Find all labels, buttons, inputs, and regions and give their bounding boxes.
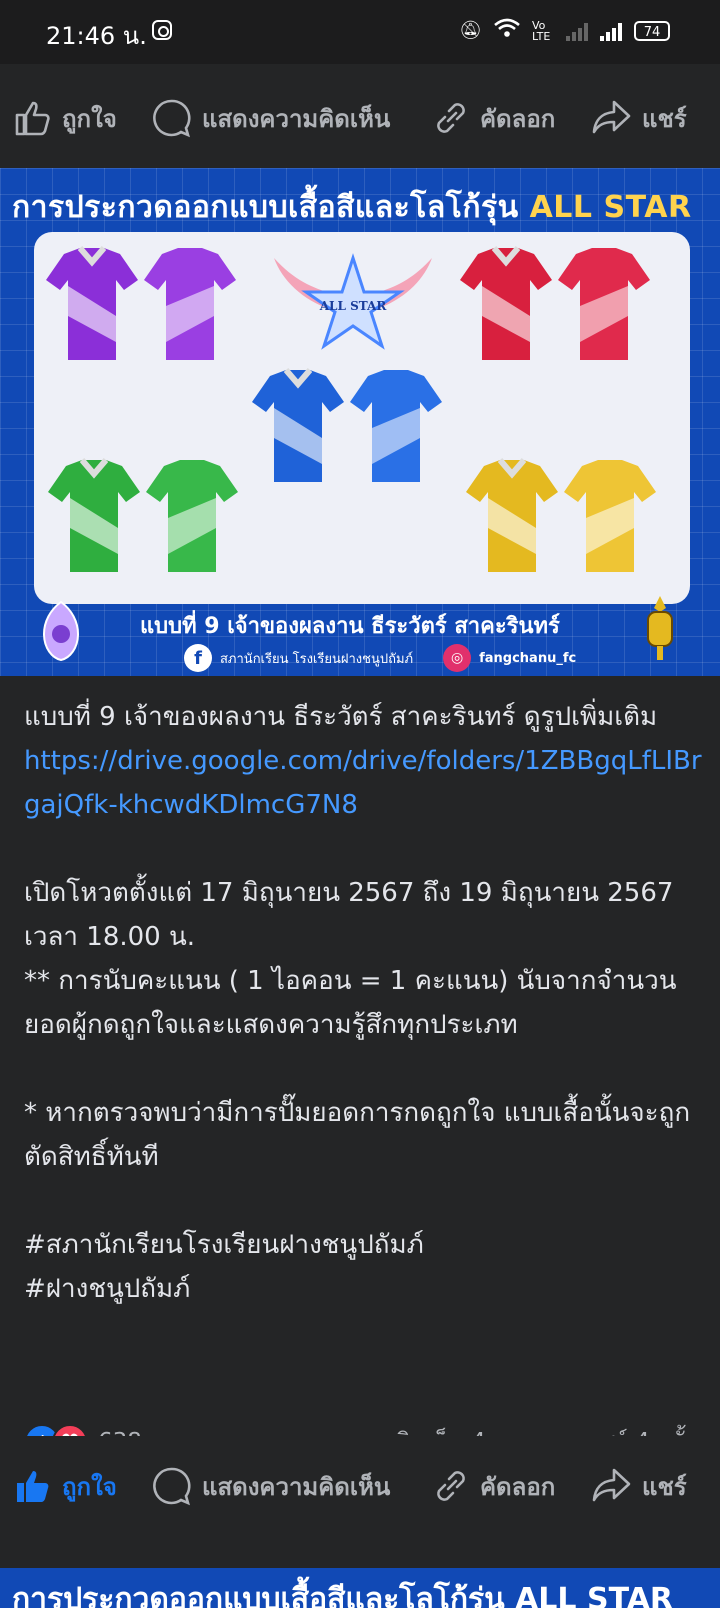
comment-icon [153,99,191,138]
post-body: แบบที่ 9 เจ้าของผลงาน ธีระวัตร์ สาคะรินท… [24,695,704,1311]
instagram-icon: ◎ [443,644,472,672]
post-image[interactable]: การประกวดออกแบบเสื้อสีและโลโก้รุ่น ALL S… [0,168,720,676]
facebook-icon: f [184,644,212,672]
council-emblem-icon [647,596,673,660]
comment-button[interactable]: แสดงความคิดเห็น [152,98,390,138]
banner-subtitle: แบบที่ 9 เจ้าของผลงาน ธีระวัตร์ สาคะรินท… [140,614,560,639]
thumbs-up-filled-icon [17,1471,49,1502]
volte-icon: Vo LTE [532,18,551,43]
share-button[interactable]: แชร์ [592,99,687,138]
hashtag-fangchanu[interactable]: #ฝางชนูปถัมภ์ [24,1267,704,1311]
status-bar: 21:46 น. 🔕︎ Vo LTE 74 [0,0,720,64]
status-time: 21:46 น. [46,22,147,50]
share-label: แชร์ [642,1472,687,1501]
school-emblem-icon [42,600,80,662]
all-star-logo: ALL STAR [274,253,432,350]
comment-button[interactable]: แสดงความคิดเห็น [152,1466,390,1506]
shirt-showcase: ALL STAR [34,232,690,604]
warning-text: * หากตรวจพบว่ามีการปั๊มยอดการกดถูกใจ แบบ… [24,1098,691,1172]
copy-label: คัดลอก [480,104,556,133]
signal-sim2-icon [566,21,588,41]
comment-icon [153,1467,191,1506]
link-icon [437,1471,465,1501]
shirt-purple-back [144,248,236,360]
share-button[interactable]: แชร์ [592,1467,687,1506]
instagram-notification-icon [152,20,172,40]
shirt-blue-back [350,370,442,482]
logo-text: ALL STAR [319,299,388,313]
action-bar-top: ถูกใจ แสดงความคิดเห็น คัดลอก แชร์ [0,68,720,168]
shirt-blue-front [252,368,344,482]
comment-label: แสดงความคิดเห็น [202,104,391,133]
facebook-page-name: สภานักเรียน โรงเรียนฝางชนูปถัมภ์ [220,651,414,667]
shirt-red-back [558,248,650,360]
copy-label: คัดลอก [480,1472,556,1501]
mute-icon: 🔕︎ [459,20,482,41]
wifi-icon [494,18,520,43]
thumbs-up-icon [15,101,50,136]
like-button-active[interactable]: ถูกใจ [14,1467,117,1506]
copy-link-button[interactable]: คัดลอก [432,1467,555,1506]
comment-label: แสดงความคิดเห็น [202,1472,391,1501]
instagram-handle: fangchanu_fc [479,650,577,666]
vote-period: เปิดโหวตตั้งแต่ 17 มิถุนายน 2567 ถึง 19 … [24,878,674,952]
shirt-green-back [146,460,238,572]
banner-title: การประกวดออกแบบเสื้อสีและโลโก้รุ่น ALL S… [12,190,692,225]
link-icon [437,103,465,133]
share-icon [592,1468,631,1502]
action-bar-bottom: ถูกใจ แสดงความคิดเห็น คัดลอก แชร์ [0,1436,720,1536]
next-post-title: การประกวดออกแบบเสื้อสีและโลโก้รุ่น ALL S… [12,1582,674,1608]
hashtag-student-council[interactable]: #สภานักเรียนโรงเรียนฝางชนูปถัมภ์ [24,1223,704,1267]
shirt-purple-front [46,246,138,360]
count-rule: ** การนับคะแนน ( 1 ไอคอน = 1 คะแนน) นับจ… [24,966,677,1040]
share-label: แชร์ [642,104,687,133]
share-icon [592,100,631,134]
signal-sim1-icon [600,21,622,41]
shirt-yellow-back [564,460,656,572]
like-button[interactable]: ถูกใจ [14,99,117,138]
banner-title-highlight: ALL STAR [529,190,692,225]
like-label: ถูกใจ [62,104,117,133]
post-line-author: แบบที่ 9 เจ้าของผลงาน ธีระวัตร์ สาคะรินท… [24,702,658,732]
shirt-red-front [460,246,552,360]
drive-link[interactable]: https://drive.google.com/drive/folders/1… [24,739,704,827]
copy-link-button[interactable]: คัดลอก [432,99,555,138]
battery-icon: 74 [634,20,670,41]
next-post-image[interactable]: การประกวดออกแบบเสื้อสีและโลโก้รุ่น ALL S… [0,1568,720,1608]
like-label: ถูกใจ [62,1472,117,1501]
banner-footer: f สภานักเรียน โรงเรียนฝางชนูปถัมภ์ ◎ fan… [184,644,576,672]
shirt-yellow-front [466,458,558,572]
shirt-green-front [48,458,140,572]
